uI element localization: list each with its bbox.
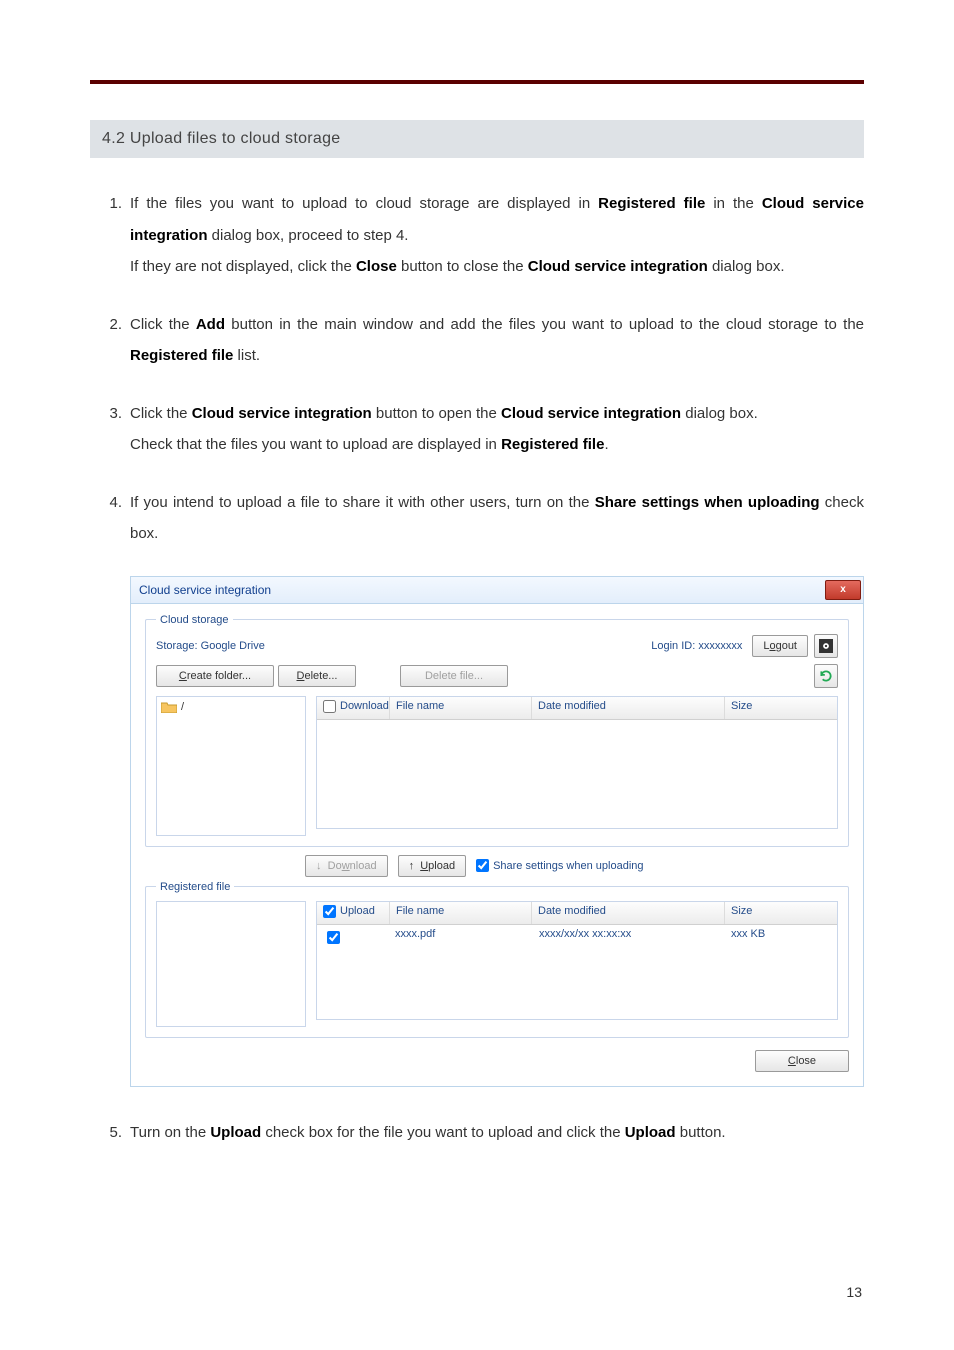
row-size: xxx KB — [725, 925, 837, 950]
step-1: 1. If the files you want to upload to cl… — [90, 188, 864, 283]
cloud-storage-group: Cloud storage Storage: Google Drive Logi… — [145, 614, 849, 847]
instruction-list-continued: 5. Turn on the Upload check box for the … — [90, 1117, 864, 1149]
step-text: Click the Cloud service integration butt… — [130, 398, 864, 461]
row-filename: xxxx.pdf — [389, 925, 533, 950]
step-2: 2. Click the Add button in the main wind… — [90, 309, 864, 372]
size-column-header[interactable]: Size — [725, 902, 837, 924]
step-number: 3. — [90, 398, 130, 461]
storage-label: Storage: Google Drive — [156, 640, 651, 652]
cloud-storage-legend: Cloud storage — [156, 614, 233, 626]
download-button[interactable]: ↓ Download — [305, 855, 388, 877]
step-text: Click the Add button in the main window … — [130, 309, 864, 372]
gear-icon — [819, 639, 833, 653]
settings-button[interactable] — [814, 634, 838, 658]
login-id-label: Login ID: xxxxxxxx — [651, 640, 742, 652]
delete-folder-button[interactable]: Delete... — [278, 665, 356, 687]
folder-tree[interactable]: / — [156, 696, 306, 836]
registered-tree[interactable] — [156, 901, 306, 1027]
tree-root-item[interactable]: / — [161, 701, 184, 713]
folder-open-icon — [161, 701, 177, 713]
logout-button[interactable]: Logout — [752, 635, 808, 657]
close-button[interactable]: Close — [755, 1050, 849, 1072]
step-number: 2. — [90, 309, 130, 372]
dialog-title: Cloud service integration — [139, 583, 271, 597]
date-column-header[interactable]: Date modified — [532, 902, 725, 924]
step-number: 1. — [90, 188, 130, 283]
registered-file-table: Upload File name Date modified Size xxxx… — [316, 901, 838, 1020]
window-close-button[interactable]: x — [825, 580, 861, 600]
section-heading: 4.2 Upload files to cloud storage — [90, 120, 864, 158]
registered-file-legend: Registered file — [156, 881, 234, 893]
size-column-header[interactable]: Size — [725, 697, 837, 719]
page-number: 13 — [846, 1284, 862, 1300]
upload-column-header[interactable]: Upload — [323, 905, 375, 918]
instruction-list: 1. If the files you want to upload to cl… — [90, 188, 864, 550]
row-date: xxxx/xx/xx xx:xx:xx — [533, 925, 725, 950]
cloud-file-table-body — [317, 720, 837, 828]
step-number: 4. — [90, 487, 130, 550]
step-text: Turn on the Upload check box for the fil… — [130, 1117, 864, 1149]
step-text: If you intend to upload a file to share … — [130, 487, 864, 550]
share-settings-label: Share settings when uploading — [493, 860, 643, 872]
step-4: 4. If you intend to upload a file to sha… — [90, 487, 864, 550]
share-settings-checkbox[interactable]: Share settings when uploading — [476, 859, 643, 872]
step-3: 3. Click the Cloud service integration b… — [90, 398, 864, 461]
top-rule — [90, 80, 864, 84]
dialog-titlebar: Cloud service integration x — [131, 577, 863, 604]
cloud-service-integration-dialog: Cloud service integration x Cloud storag… — [130, 576, 864, 1087]
refresh-button[interactable] — [814, 664, 838, 688]
tree-root-label: / — [181, 701, 184, 713]
registered-file-group: Registered file Upload File name Date mo… — [145, 881, 849, 1038]
table-row[interactable]: xxxx.pdf xxxx/xx/xx xx:xx:xx xxx KB — [317, 925, 837, 950]
step-text: If the files you want to upload to cloud… — [130, 188, 864, 283]
download-column-header[interactable]: Download — [323, 700, 389, 713]
refresh-icon — [819, 669, 833, 683]
cloud-file-table: Download File name Date modified Size — [316, 696, 838, 829]
create-folder-button[interactable]: Create folder... — [156, 665, 274, 687]
delete-file-button[interactable]: Delete file... — [400, 665, 508, 687]
filename-column-header[interactable]: File name — [390, 697, 532, 719]
step-5: 5. Turn on the Upload check box for the … — [90, 1117, 864, 1149]
row-upload-checkbox[interactable] — [327, 931, 340, 944]
step-number: 5. — [90, 1117, 130, 1149]
filename-column-header[interactable]: File name — [390, 902, 532, 924]
upload-button[interactable]: ↑ Upload — [398, 855, 467, 877]
date-column-header[interactable]: Date modified — [532, 697, 725, 719]
